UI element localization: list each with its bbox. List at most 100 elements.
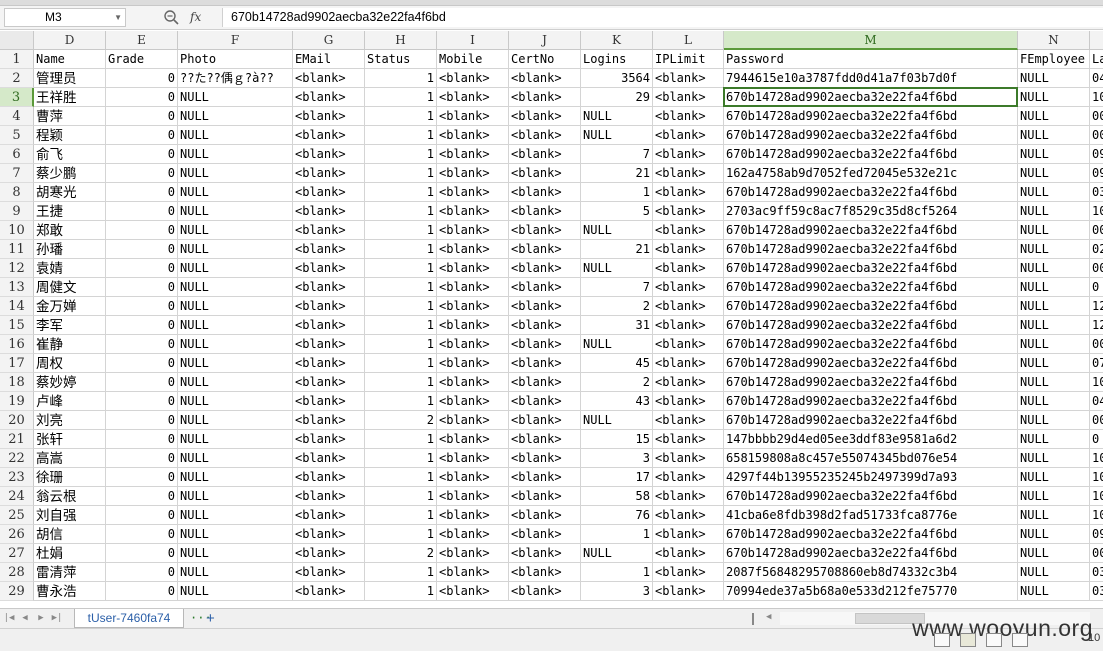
grid-cell[interactable]: <blank>	[653, 392, 724, 411]
grid-cell[interactable]: NULL	[1018, 316, 1090, 335]
grid-cell[interactable]: <blank>	[293, 278, 365, 297]
grid-cell[interactable]: 1	[365, 563, 437, 582]
grid-cell[interactable]: <blank>	[437, 107, 509, 126]
grid-cell[interactable]: <blank>	[509, 335, 581, 354]
add-sheet-button[interactable]: +	[206, 610, 215, 627]
last-sheet-icon[interactable]: ▶|	[50, 611, 64, 626]
grid-cell[interactable]: 0	[1090, 430, 1103, 449]
grid-cell[interactable]: <blank>	[653, 221, 724, 240]
grid-cell[interactable]: <blank>	[509, 525, 581, 544]
grid-cell[interactable]: NULL	[1018, 487, 1090, 506]
grid-cell[interactable]: NULL	[1018, 202, 1090, 221]
full-screen-icon[interactable]	[1012, 633, 1028, 647]
grid-cell[interactable]: NULL	[1018, 164, 1090, 183]
grid-cell[interactable]: NULL	[178, 430, 293, 449]
grid-cell[interactable]: <blank>	[293, 582, 365, 601]
row-header[interactable]: 23	[0, 468, 34, 487]
grid-cell[interactable]: <blank>	[437, 183, 509, 202]
grid-cell[interactable]: 670b14728ad9902aecba32e22fa4f6bd	[724, 316, 1018, 335]
grid-cell[interactable]: NULL	[178, 335, 293, 354]
grid-cell[interactable]: 0	[106, 278, 178, 297]
row-header[interactable]: 13	[0, 278, 34, 297]
grid-cell[interactable]: 1	[365, 316, 437, 335]
grid-cell[interactable]: <blank>	[653, 411, 724, 430]
grid-cell[interactable]: 670b14728ad9902aecba32e22fa4f6bd	[724, 88, 1018, 107]
grid-cell[interactable]: 04	[1090, 69, 1103, 88]
grid-cell[interactable]: 1	[365, 240, 437, 259]
grid-cell[interactable]: 10	[1090, 373, 1103, 392]
row-header[interactable]: 19	[0, 392, 34, 411]
grid-cell[interactable]: <blank>	[509, 544, 581, 563]
grid-cell[interactable]: <blank>	[509, 240, 581, 259]
grid-cell[interactable]: <blank>	[293, 107, 365, 126]
grid-cell[interactable]: CertNo	[509, 50, 581, 69]
column-header-E[interactable]: E	[106, 31, 178, 50]
column-header-M[interactable]: M	[724, 31, 1018, 50]
grid-cell[interactable]: 2	[365, 411, 437, 430]
grid-cell[interactable]: <blank>	[437, 354, 509, 373]
row-header[interactable]: 27	[0, 544, 34, 563]
grid-cell[interactable]: 胡信	[34, 525, 106, 544]
grid-cell[interactable]: 1	[581, 563, 653, 582]
grid-cell[interactable]: 147bbbb29d4ed05ee3ddf83e9581a6d2	[724, 430, 1018, 449]
grid-cell[interactable]: NULL	[1018, 392, 1090, 411]
grid-cell[interactable]: 45	[581, 354, 653, 373]
grid-cell[interactable]: 0	[106, 126, 178, 145]
grid-cell[interactable]: 1	[365, 487, 437, 506]
grid-cell[interactable]: <blank>	[437, 69, 509, 88]
column-header-H[interactable]: H	[365, 31, 437, 50]
grid-cell[interactable]: <blank>	[653, 582, 724, 601]
grid-cell[interactable]: NULL	[178, 221, 293, 240]
grid-cell[interactable]: 1	[365, 221, 437, 240]
grid-cell[interactable]: 670b14728ad9902aecba32e22fa4f6bd	[724, 297, 1018, 316]
grid-cell[interactable]: <blank>	[653, 126, 724, 145]
grid-cell[interactable]: NULL	[1018, 468, 1090, 487]
grid-cell[interactable]: NULL	[581, 126, 653, 145]
grid-cell[interactable]: <blank>	[437, 468, 509, 487]
row-header[interactable]: 24	[0, 487, 34, 506]
grid-cell[interactable]: <blank>	[653, 468, 724, 487]
grid-cell[interactable]: NULL	[178, 183, 293, 202]
grid-cell[interactable]: <blank>	[653, 449, 724, 468]
formula-input[interactable]: 670b14728ad9902aecba32e22fa4f6bd	[222, 8, 1103, 27]
grid-cell[interactable]: Grade	[106, 50, 178, 69]
column-header-L[interactable]: L	[653, 31, 724, 50]
grid-cell[interactable]: 0	[106, 88, 178, 107]
grid-cell[interactable]: <blank>	[437, 563, 509, 582]
grid-cell[interactable]: <blank>	[653, 525, 724, 544]
grid-cell[interactable]: 杜娟	[34, 544, 106, 563]
grid-cell[interactable]: <blank>	[437, 525, 509, 544]
row-header[interactable]: 1	[0, 50, 34, 69]
grid-cell[interactable]: 刘自强	[34, 506, 106, 525]
grid-cell[interactable]: 162a4758ab9d7052fed72045e532e21c	[724, 164, 1018, 183]
grid-cell[interactable]: <blank>	[437, 259, 509, 278]
grid-cell[interactable]: <blank>	[437, 449, 509, 468]
grid-cell[interactable]: 03	[1090, 183, 1103, 202]
grid-cell[interactable]: NULL	[581, 411, 653, 430]
grid-cell[interactable]: 12	[1090, 297, 1103, 316]
grid-cell[interactable]: 0	[106, 506, 178, 525]
grid-cell[interactable]: NULL	[178, 449, 293, 468]
grid-cell[interactable]: 658159808a8c457e55074345bd076e54	[724, 449, 1018, 468]
grid-cell[interactable]: 670b14728ad9902aecba32e22fa4f6bd	[724, 183, 1018, 202]
grid-cell[interactable]: 1	[365, 145, 437, 164]
grid-cell[interactable]: 0	[106, 202, 178, 221]
grid-cell[interactable]: NULL	[1018, 354, 1090, 373]
grid-cell[interactable]: 徐珊	[34, 468, 106, 487]
grid-cell[interactable]: <blank>	[293, 126, 365, 145]
row-header[interactable]: 16	[0, 335, 34, 354]
grid-cell[interactable]: 0	[106, 582, 178, 601]
grid-cell[interactable]: NULL	[581, 259, 653, 278]
grid-cell[interactable]: NULL	[178, 506, 293, 525]
grid-cell[interactable]: NULL	[1018, 107, 1090, 126]
row-header[interactable]: 28	[0, 563, 34, 582]
grid-cell[interactable]: 0	[106, 563, 178, 582]
grid-cell[interactable]: 0	[106, 221, 178, 240]
grid-cell[interactable]: <blank>	[293, 164, 365, 183]
grid-cell[interactable]: NULL	[1018, 430, 1090, 449]
grid-cell[interactable]: NULL	[1018, 240, 1090, 259]
grid-cell[interactable]: NULL	[581, 544, 653, 563]
grid-cell[interactable]: 0	[106, 335, 178, 354]
grid-cell[interactable]: 670b14728ad9902aecba32e22fa4f6bd	[724, 525, 1018, 544]
grid-cell[interactable]: 0	[106, 240, 178, 259]
